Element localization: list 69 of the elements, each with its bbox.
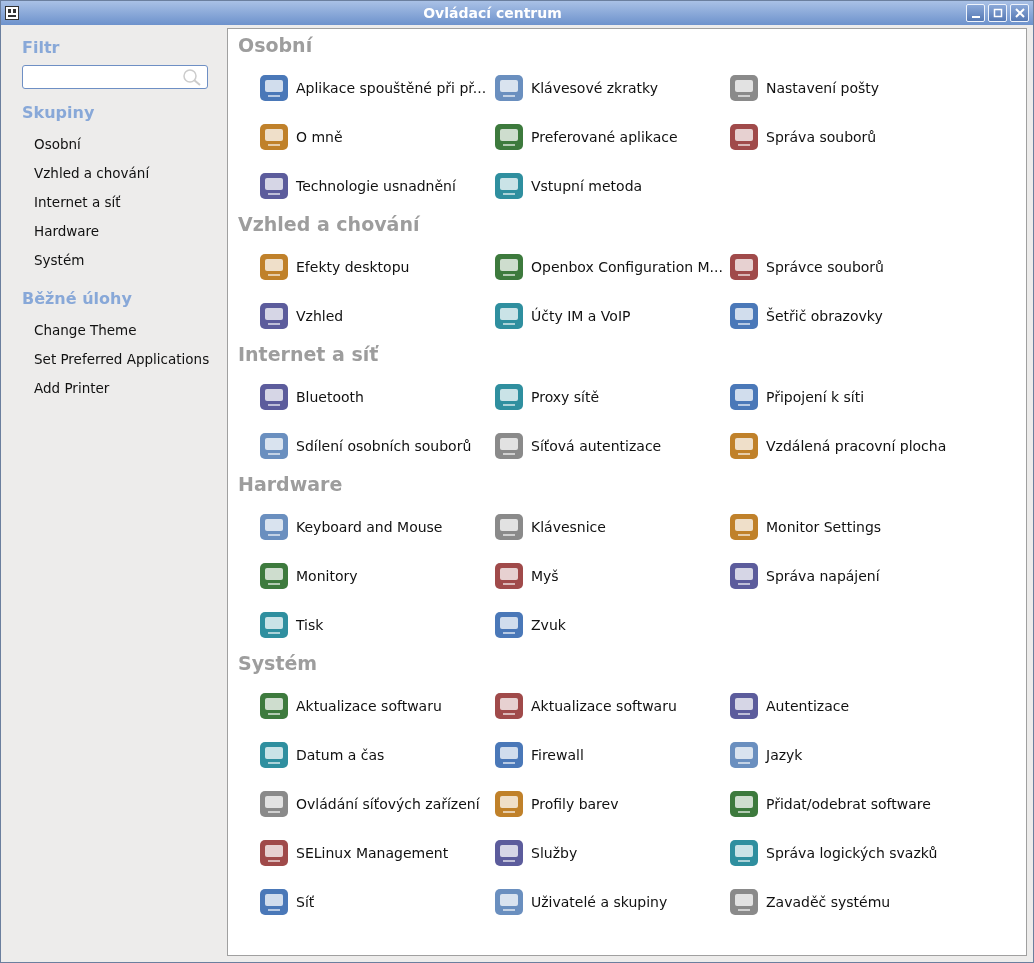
applet-item[interactable]: Zavaděč systému: [728, 877, 963, 926]
applet-item[interactable]: Vzhled: [258, 291, 493, 340]
applet-item[interactable]: Aktualizace softwaru: [493, 681, 728, 730]
applet-item[interactable]: Firewall: [493, 730, 728, 779]
applet-item[interactable]: Autentizace: [728, 681, 963, 730]
applet-item[interactable]: Aplikace spouštěné při př...: [258, 63, 493, 112]
search-icon: [181, 68, 203, 86]
task-link[interactable]: Add Printer: [34, 374, 227, 403]
section-heading: Systém: [238, 651, 319, 675]
applet-item[interactable]: Účty IM a VoIP: [493, 291, 728, 340]
applet-item[interactable]: Sdílení osobních souborů: [258, 421, 493, 470]
applet-item[interactable]: Myš: [493, 551, 728, 600]
applet-item[interactable]: Síť: [258, 877, 493, 926]
applet-item[interactable]: Proxy sítě: [493, 372, 728, 421]
applet-item[interactable]: Klávesové zkratky: [493, 63, 728, 112]
applet-item[interactable]: Monitory: [258, 551, 493, 600]
applet-item[interactable]: Zvuk: [493, 600, 728, 649]
sidebar-heading: Skupiny: [22, 103, 96, 122]
minimize-button[interactable]: [966, 4, 985, 22]
applet-item[interactable]: SELinux Management: [258, 828, 493, 877]
applet-item[interactable]: Jazyk: [728, 730, 963, 779]
sidebar-heading: Běžné úlohy: [22, 289, 133, 308]
maximize-icon: [992, 8, 1003, 18]
group-link[interactable]: Osobní: [34, 130, 227, 159]
applet-item[interactable]: Profily barev: [493, 779, 728, 828]
applet-item[interactable]: Aktualizace softwaru: [258, 681, 493, 730]
group-link[interactable]: Internet a síť: [34, 188, 227, 217]
section-heading: Internet a síť: [238, 342, 380, 366]
applet-item[interactable]: Tisk: [258, 600, 493, 649]
applet-item[interactable]: Správa souborů: [728, 112, 963, 161]
applet-item[interactable]: Klávesnice: [493, 502, 728, 551]
applet-item[interactable]: Správa logických svazků: [728, 828, 963, 877]
applet-item[interactable]: Monitor Settings: [728, 502, 963, 551]
applet-item[interactable]: Technologie usnadnění: [258, 161, 493, 210]
close-button[interactable]: [1010, 4, 1029, 22]
section-heading: Osobní: [238, 33, 314, 57]
minimize-icon: [971, 15, 980, 18]
close-icon: [1014, 8, 1025, 18]
group-link[interactable]: Hardware: [34, 217, 227, 246]
applet-item[interactable]: Přidat/odebrat software: [728, 779, 963, 828]
applet-item[interactable]: Datum a čas: [258, 730, 493, 779]
applet-item[interactable]: O mně: [258, 112, 493, 161]
applet-item[interactable]: Bluetooth: [258, 372, 493, 421]
app-icon: [5, 6, 19, 20]
group-link[interactable]: Systém: [34, 246, 227, 275]
sidebar-heading: Filtr: [22, 38, 61, 57]
applet-item[interactable]: Openbox Configuration M...: [493, 242, 728, 291]
applet-item[interactable]: Preferované aplikace: [493, 112, 728, 161]
applet-item[interactable]: Ovládání síťových zařízení: [258, 779, 493, 828]
applet-item[interactable]: Vzdálená pracovní plocha: [728, 421, 963, 470]
applet-item[interactable]: Připojení k síti: [728, 372, 963, 421]
section-heading: Vzhled a chování: [238, 212, 421, 236]
maximize-button[interactable]: [988, 4, 1007, 22]
applet-item[interactable]: Šetřič obrazovky: [728, 291, 963, 340]
window-title: Ovládací centrum: [422, 5, 563, 21]
applet-item[interactable]: Služby: [493, 828, 728, 877]
applet-item[interactable]: Efekty desktopu: [258, 242, 493, 291]
applet-item[interactable]: Keyboard and Mouse: [258, 502, 493, 551]
applet-item[interactable]: Správa napájení: [728, 551, 963, 600]
task-link[interactable]: Change Theme: [34, 316, 227, 345]
applet-item[interactable]: Síťová autentizace: [493, 421, 728, 470]
applet-item[interactable]: Správce souborů: [728, 242, 963, 291]
section-heading: Hardware: [238, 472, 344, 496]
filter-field[interactable]: [22, 65, 208, 89]
group-link[interactable]: Vzhled a chování: [34, 159, 227, 188]
task-link[interactable]: Set Preferred Applications: [34, 345, 227, 374]
applet-item[interactable]: Nastavení pošty: [728, 63, 963, 112]
applet-item[interactable]: Uživatelé a skupiny: [493, 877, 728, 926]
applet-item[interactable]: Vstupní metoda: [493, 161, 728, 210]
